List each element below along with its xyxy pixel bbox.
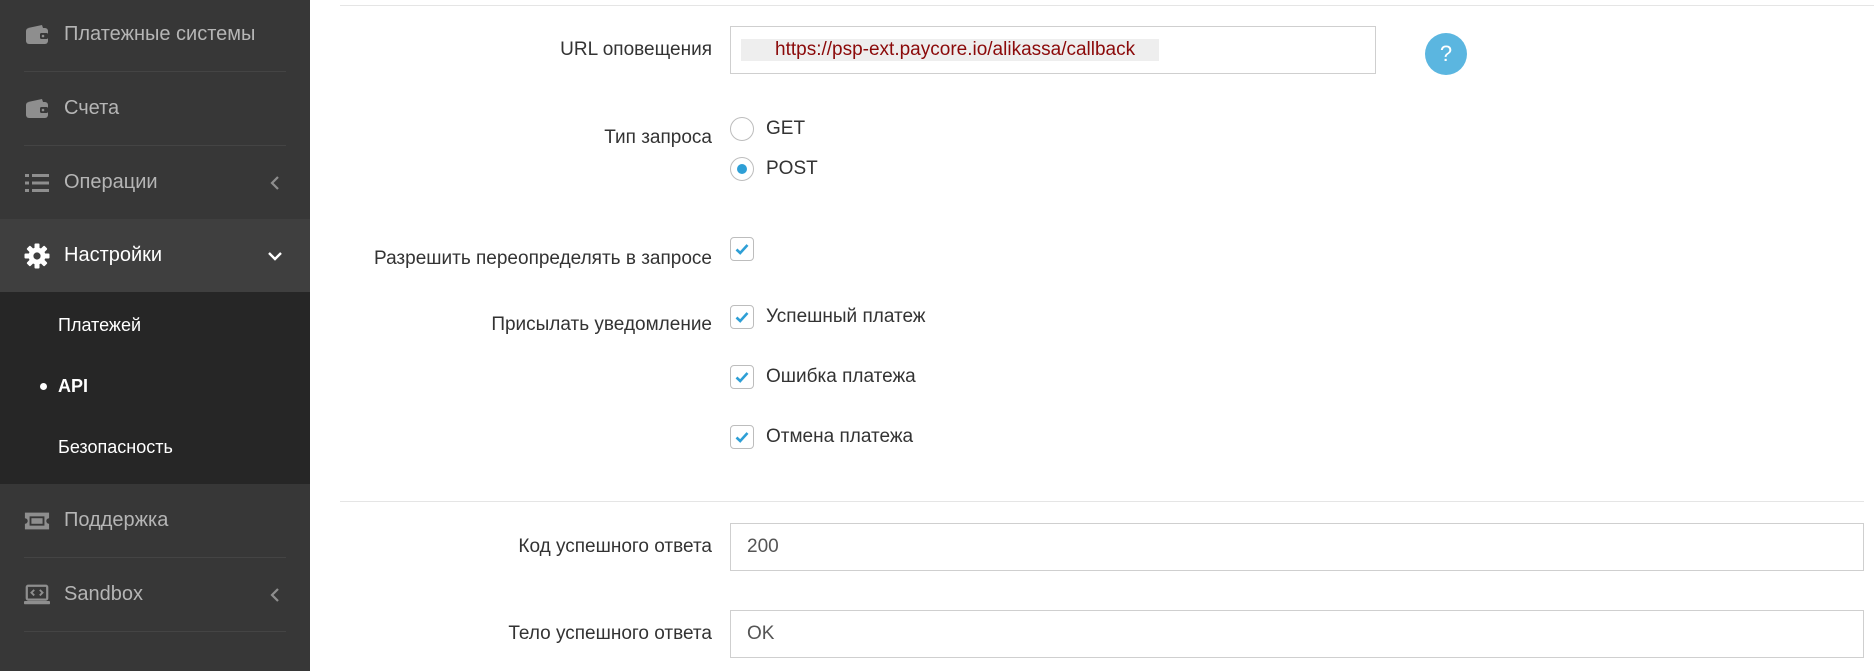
notify-error-label: Ошибка платежа bbox=[766, 366, 916, 387]
wallet-icon bbox=[24, 96, 50, 122]
sidebar-item-label: Sandbox bbox=[64, 583, 143, 605]
url-value: https://psp-ext.paycore.io/alikassa/call… bbox=[741, 39, 1160, 61]
wallet-icon bbox=[24, 22, 50, 48]
radio-post-label: POST bbox=[766, 158, 818, 179]
question-icon: ? bbox=[1439, 41, 1453, 66]
notify-success-checkbox[interactable] bbox=[730, 305, 754, 329]
active-dot bbox=[40, 382, 47, 390]
check-icon bbox=[735, 372, 749, 383]
notify-label: Присылать уведомление bbox=[491, 314, 712, 335]
notify-cancel-label: Отмена платежа bbox=[766, 426, 914, 447]
sidebar-item-sandbox[interactable]: Sandbox bbox=[0, 558, 310, 631]
check-icon bbox=[735, 312, 749, 323]
url-label: URL оповещения bbox=[560, 39, 712, 60]
sidebar: Платежные системы Счета Операции Настрой… bbox=[0, 0, 310, 671]
submenu-item-label: Платежей bbox=[58, 314, 142, 335]
radio-get-label: GET bbox=[766, 118, 806, 139]
success-body-value: OK bbox=[747, 623, 775, 644]
submenu-item-security[interactable]: Безопасность bbox=[0, 417, 310, 477]
settings-form: URL оповещения https://psp-ext.paycore.i… bbox=[310, 0, 1874, 671]
request-type-label: Тип запроса bbox=[604, 127, 712, 148]
list-icon bbox=[24, 170, 50, 196]
divider bbox=[24, 631, 286, 632]
chevron-down-icon bbox=[268, 249, 282, 263]
url-input[interactable]: https://psp-ext.paycore.io/alikassa/call… bbox=[730, 26, 1376, 74]
divider bbox=[340, 501, 1864, 502]
help-button[interactable]: ? bbox=[1425, 33, 1467, 75]
chevron-left-icon bbox=[268, 587, 282, 602]
success-code-input[interactable]: 200 bbox=[730, 523, 1864, 571]
sidebar-item-invoices[interactable]: Счета bbox=[0, 72, 310, 145]
settings-submenu: Платежей API Безопасность bbox=[0, 292, 310, 484]
sidebar-item-label: Настройки bbox=[64, 244, 163, 266]
sidebar-item-settings[interactable]: Настройки bbox=[0, 219, 310, 292]
success-code-label: Код успешного ответа bbox=[518, 536, 712, 557]
notify-error-checkbox[interactable] bbox=[730, 365, 754, 389]
check-icon bbox=[735, 432, 749, 443]
ticket-icon bbox=[24, 508, 50, 534]
submenu-item-api[interactable]: API bbox=[0, 356, 310, 416]
divider bbox=[340, 5, 1874, 6]
submenu-item-payments[interactable]: Платежей bbox=[0, 295, 310, 355]
chevron-left-icon bbox=[268, 175, 282, 190]
sidebar-item-label: Платежные системы bbox=[64, 23, 256, 45]
notify-success-label: Успешный платеж bbox=[766, 306, 926, 327]
submenu-item-label: API bbox=[58, 375, 89, 396]
submenu-item-label: Безопасность bbox=[58, 436, 173, 457]
sidebar-item-label: Счета bbox=[64, 97, 120, 119]
sidebar-item-operations[interactable]: Операции bbox=[0, 146, 310, 219]
sidebar-item-support[interactable]: Поддержка bbox=[0, 484, 310, 557]
sidebar-item-label: Поддержка bbox=[64, 509, 169, 531]
notify-cancel-checkbox[interactable] bbox=[730, 425, 754, 449]
success-code-value: 200 bbox=[747, 536, 779, 557]
sidebar-item-payment-systems[interactable]: Платежные системы bbox=[0, 0, 310, 71]
gear-icon bbox=[24, 243, 50, 269]
radio-post[interactable] bbox=[730, 157, 754, 181]
success-body-label: Тело успешного ответа bbox=[508, 623, 712, 644]
override-checkbox[interactable] bbox=[730, 237, 754, 261]
radio-get[interactable] bbox=[730, 117, 754, 141]
override-label: Разрешить переопределять в запросе bbox=[374, 248, 712, 269]
laptop-code-icon bbox=[24, 582, 50, 608]
sidebar-item-label: Операции bbox=[64, 171, 158, 193]
success-body-input[interactable]: OK bbox=[730, 610, 1864, 658]
check-icon bbox=[735, 244, 749, 255]
